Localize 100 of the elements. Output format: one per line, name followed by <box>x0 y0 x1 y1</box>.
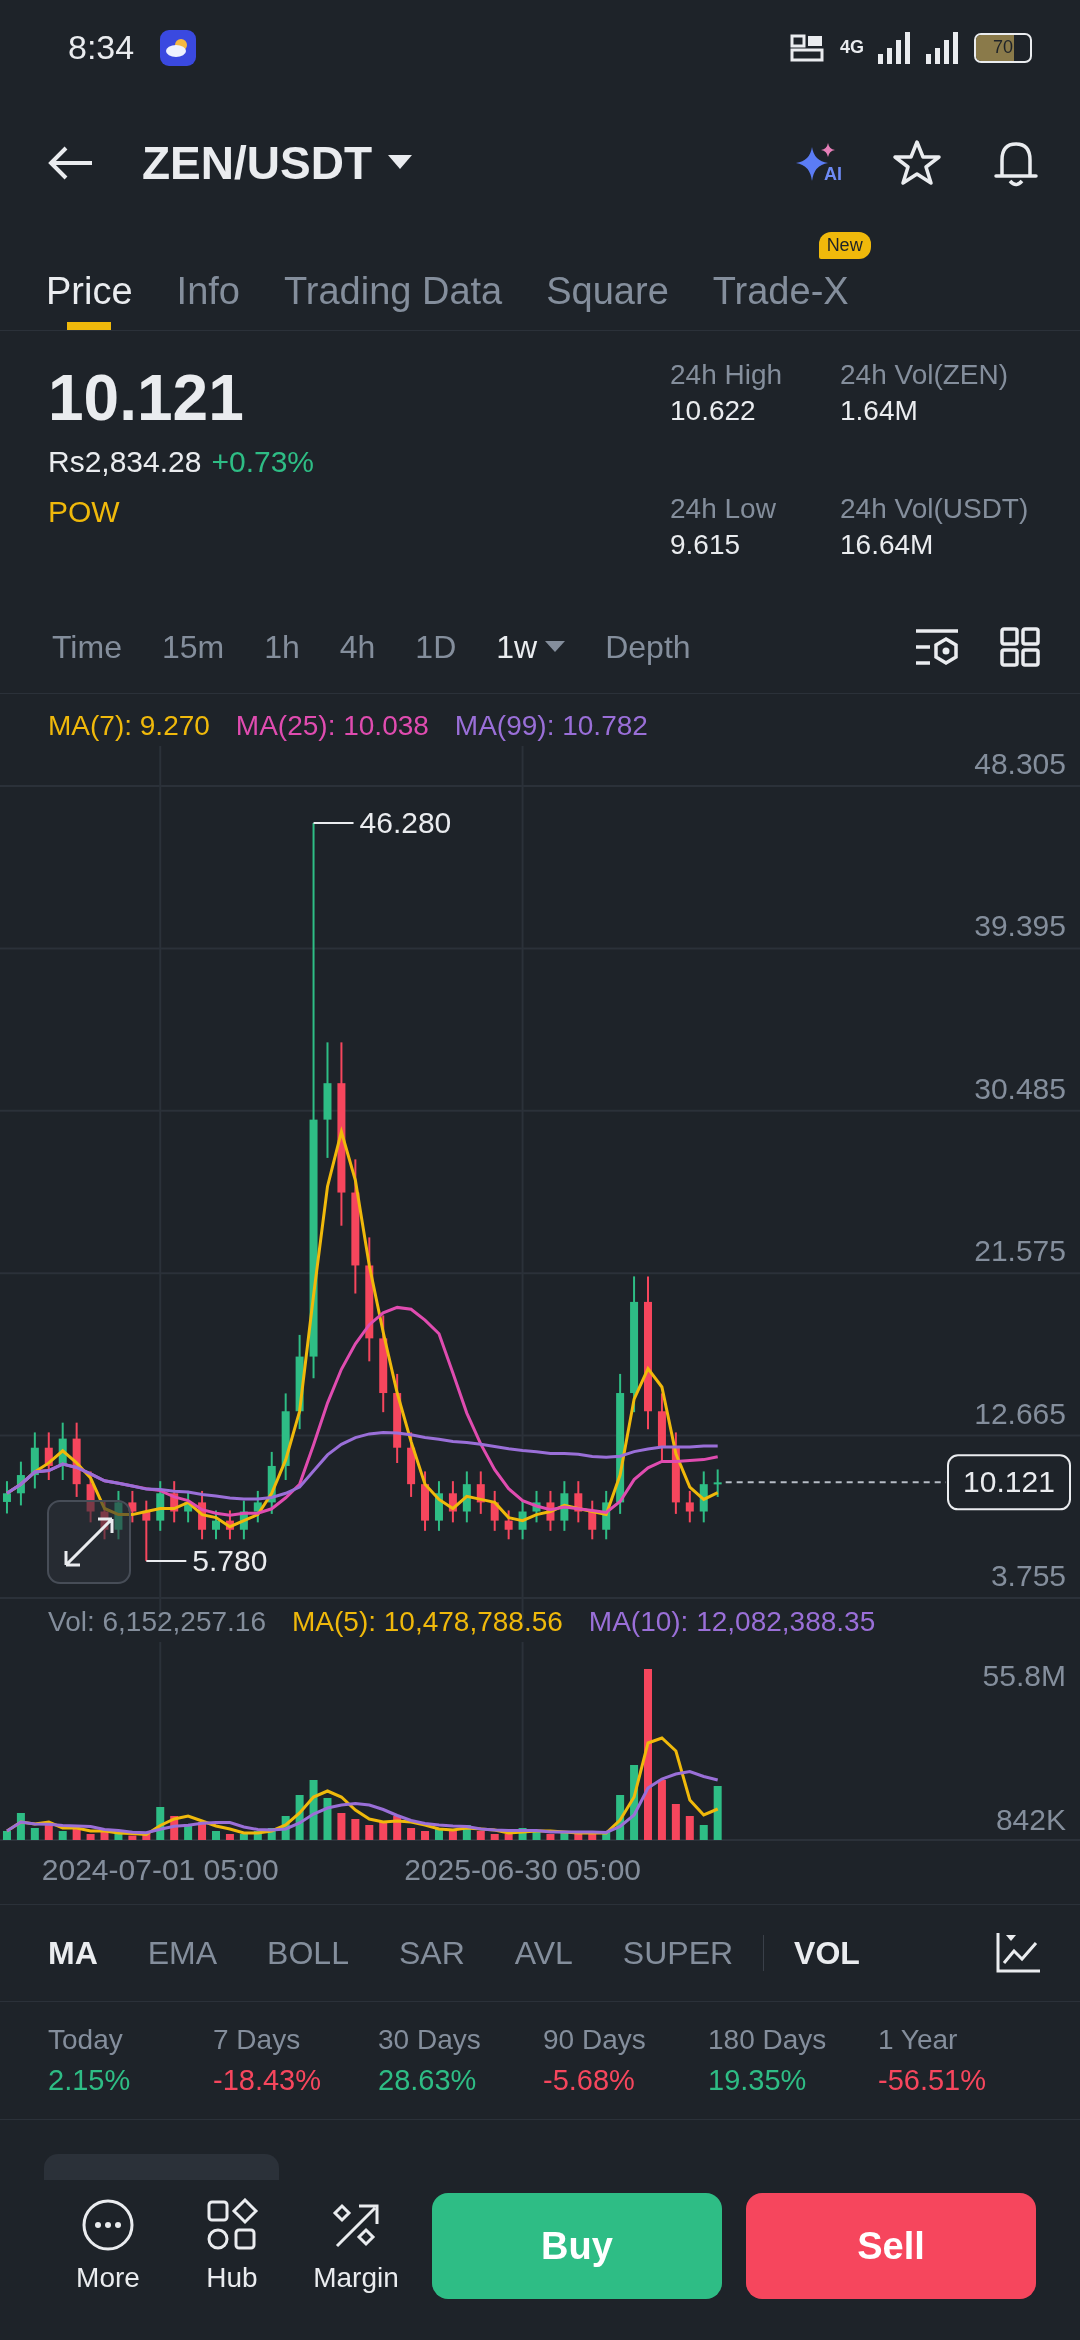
sell-button[interactable]: Sell <box>746 2193 1036 2299</box>
axis-label: 39.395 <box>974 909 1066 943</box>
axis-label: 48.305 <box>974 747 1066 780</box>
back-arrow-icon[interactable] <box>48 144 94 181</box>
stat-label: 24h Low <box>670 493 777 525</box>
candlestick <box>86 1470 95 1524</box>
period-change: -5.68% <box>543 2064 636 2097</box>
period-change: 19.35% <box>708 2064 808 2097</box>
volume-bar <box>476 1831 485 1840</box>
candlestick <box>476 1470 485 1515</box>
tab[interactable]: Price <box>46 230 133 330</box>
volume-bar <box>44 1825 53 1840</box>
volume-bar <box>616 1795 625 1840</box>
caret-icon[interactable] <box>388 154 412 171</box>
candlestick <box>16 1460 25 1507</box>
volume-bar <box>379 1822 388 1840</box>
candlestick <box>421 1470 430 1532</box>
stat-label: 24h High <box>670 359 784 391</box>
status-time: 8:34 <box>68 28 135 67</box>
candlestick <box>560 1480 569 1532</box>
pair-title[interactable]: ZEN/USDT <box>142 135 372 190</box>
candlestick <box>58 1421 67 1481</box>
volume-bar <box>574 1834 583 1840</box>
indicator-tab[interactable]: SUPER <box>622 1934 734 1972</box>
toolbar-button[interactable]: Hub <box>170 2198 294 2294</box>
more-icon <box>81 2198 135 2252</box>
candlestick <box>574 1480 583 1524</box>
indicator-tab[interactable]: EMA <box>147 1934 218 1972</box>
volume-bar <box>560 1831 569 1840</box>
price-marker-label: 46.280 <box>359 805 452 839</box>
grid-layout-icon[interactable] <box>1000 627 1040 667</box>
new-badge: New <box>818 232 871 259</box>
tab[interactable]: Square <box>546 230 669 330</box>
volume-bar <box>532 1831 541 1840</box>
volume-bar <box>309 1780 318 1840</box>
period-change: -56.51% <box>878 2064 987 2097</box>
volume-bar <box>323 1798 332 1840</box>
candlestick <box>518 1499 527 1541</box>
candlestick <box>30 1431 39 1490</box>
volume-bar <box>30 1828 39 1840</box>
candlestick <box>504 1509 513 1541</box>
candlestick <box>699 1470 708 1524</box>
candlestick <box>44 1431 53 1481</box>
chart-settings-icon[interactable] <box>914 627 960 667</box>
volume-bar <box>2 1831 11 1840</box>
price-marker-label: 5.780 <box>192 1544 268 1578</box>
candlestick <box>114 1489 123 1541</box>
indicator-tab[interactable]: SAR <box>398 1934 465 1972</box>
period-label: 180 Days <box>708 2024 828 2056</box>
indicator-value: MA(99): 10.782 <box>454 710 648 742</box>
indicator-value: MA(25): 10.038 <box>235 710 429 742</box>
volume-bar <box>86 1834 95 1840</box>
volume-bar <box>253 1831 262 1840</box>
last-price: 10.121 <box>48 361 245 435</box>
candlestick <box>713 1468 722 1498</box>
interval-tab[interactable]: Time <box>46 628 128 666</box>
interval-tab[interactable]: 4h <box>333 628 382 666</box>
toolbar-button[interactable]: Margin <box>294 2198 418 2294</box>
candlestick <box>198 1489 207 1541</box>
toolbar-button[interactable]: More <box>46 2198 170 2294</box>
signal-icon <box>926 31 960 64</box>
stat-value: 9.615 <box>670 529 742 561</box>
volume-bar <box>602 1831 611 1840</box>
tab[interactable]: Info <box>176 230 240 330</box>
volume-bar <box>58 1831 67 1840</box>
star-icon[interactable] <box>892 138 942 187</box>
indicator-tab[interactable]: AVL <box>514 1934 573 1972</box>
candlestick <box>532 1489 541 1524</box>
indicator-tab[interactable]: VOL <box>794 1934 860 1972</box>
indicator-tab[interactable]: MA <box>48 1934 98 1972</box>
indicator-value: Vol: 6,152,257.16 <box>48 1606 266 1638</box>
period-label: 7 Days <box>213 2024 302 2056</box>
tab[interactable]: Trading Data <box>283 230 503 330</box>
indicator-tab[interactable]: BOLL <box>267 1934 349 1972</box>
interval-tab[interactable]: Depth <box>599 628 697 666</box>
expand-icon[interactable] <box>47 1500 131 1584</box>
volume-bar <box>685 1816 694 1840</box>
candlestick <box>212 1509 220 1541</box>
volume-bar <box>713 1786 722 1840</box>
candlestick <box>434 1480 443 1532</box>
axis-label: 30.485 <box>974 1071 1066 1105</box>
stat-label: 24h Vol(ZEN) <box>840 359 1010 391</box>
stat-value: 10.622 <box>670 395 757 427</box>
period-label: 1 Year <box>878 2024 959 2056</box>
interval-tab[interactable]: 1w <box>490 628 572 666</box>
buy-button[interactable]: Buy <box>432 2193 722 2299</box>
volume-bar <box>462 1825 471 1840</box>
interval-tab[interactable]: 1D <box>409 628 463 666</box>
weather-app-icon <box>160 29 197 66</box>
interval-tab[interactable]: 1h <box>258 628 306 666</box>
category-tag[interactable]: POW <box>48 495 315 529</box>
line-chart-icon[interactable] <box>996 1933 1040 1973</box>
candlestick <box>407 1431 416 1498</box>
price-change: +0.73% <box>211 445 315 479</box>
interval-tab[interactable]: 15m <box>155 628 231 666</box>
stat-label: 24h Vol(USDT) <box>840 493 1030 525</box>
volume-bar <box>239 1834 248 1840</box>
volume-bar <box>448 1831 457 1840</box>
volume-bar <box>546 1834 555 1840</box>
axis-label: 842K <box>995 1803 1066 1836</box>
